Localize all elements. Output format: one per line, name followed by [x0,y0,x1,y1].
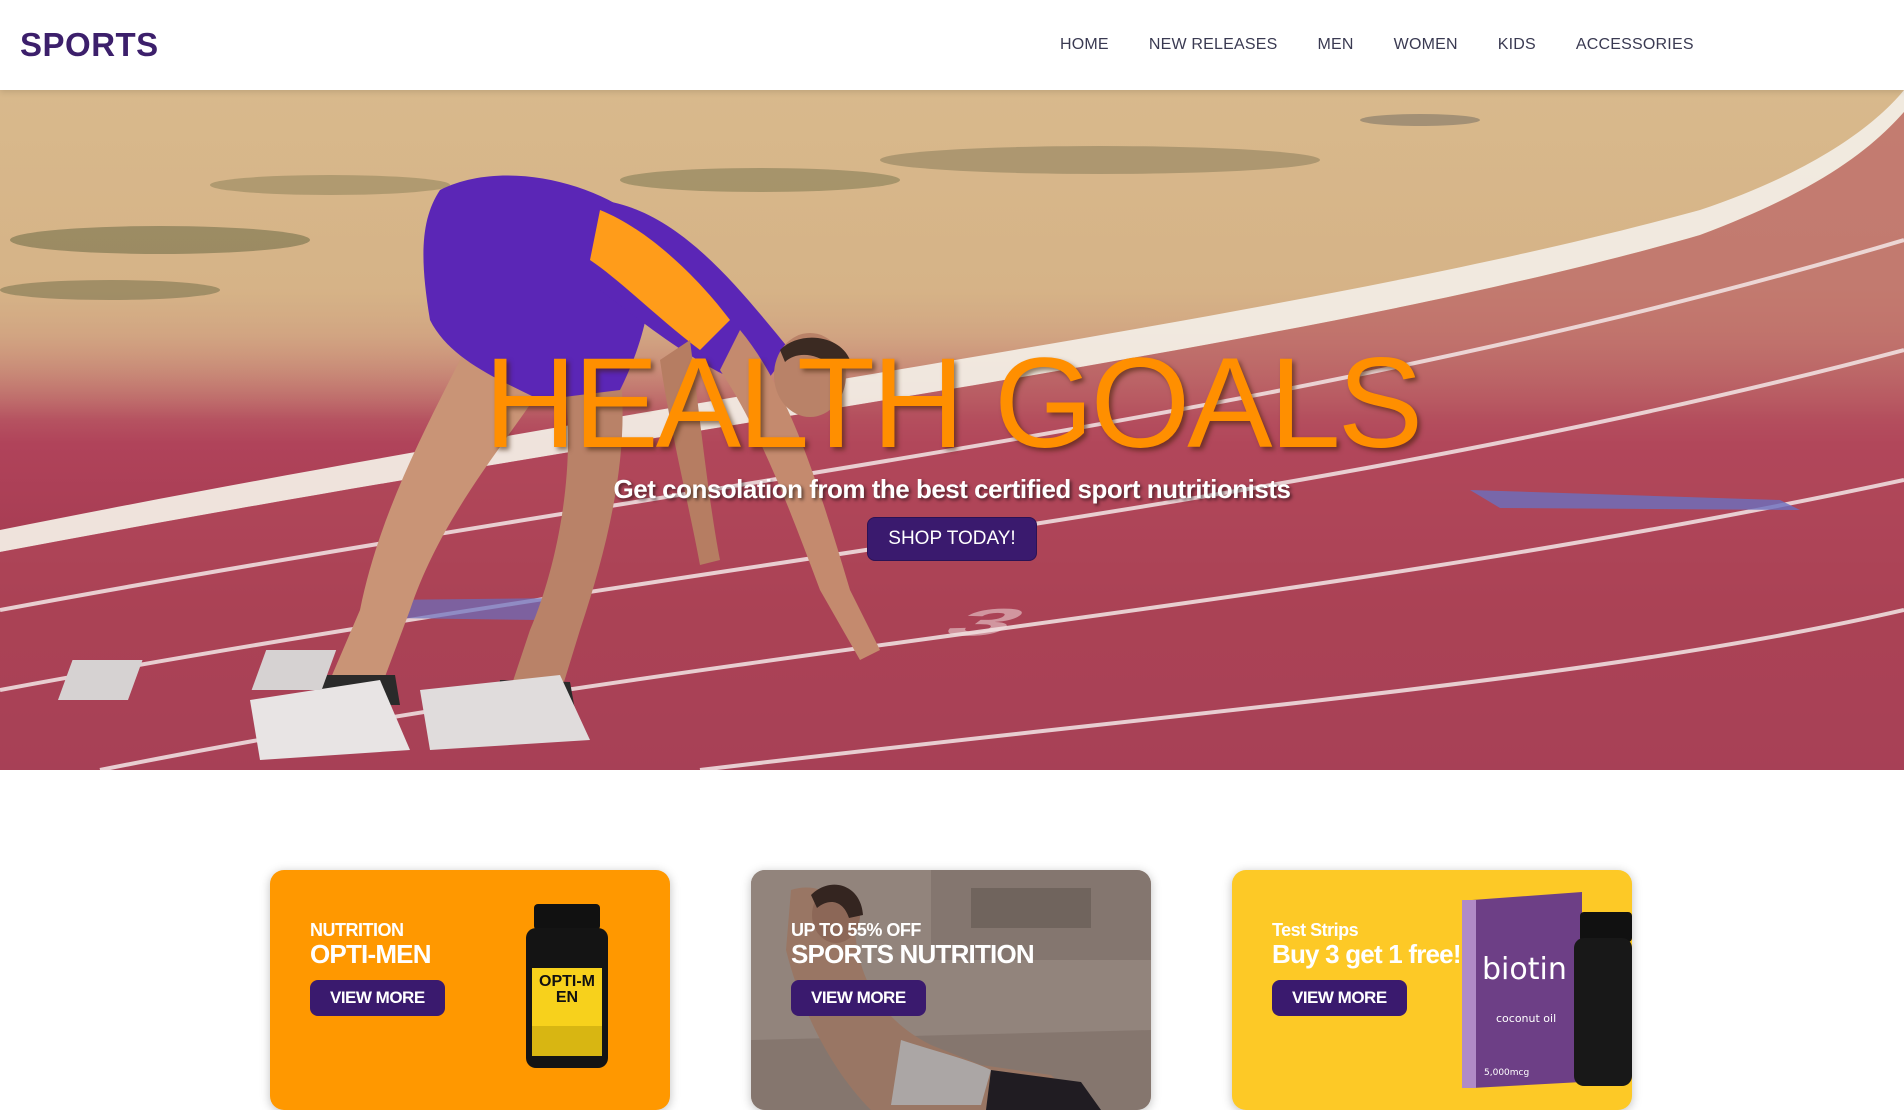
bottle-label: OPTI-MEN [539,973,595,1006]
hero-title: HEALTH GOALS [483,332,1423,475]
promo-card-nutrition[interactable]: OPTI-MEN NUTRITION OPTI-MEN VIEW MORE [270,870,670,1110]
nav-home[interactable]: HOME [1060,36,1109,54]
card-kicker: UP TO 55% OFF [791,920,921,940]
card-title: Buy 3 get 1 free! [1272,939,1461,969]
nav-accessories[interactable]: ACCESSORIES [1576,36,1694,54]
shop-today-button[interactable]: SHOP TODAY! [867,517,1037,561]
supplement-bottle-image: OPTI-MEN [522,904,612,1079]
view-more-button[interactable]: VIEW MORE [791,980,926,1017]
nav-new-releases[interactable]: NEW RELEASES [1149,36,1278,54]
main-nav: HOME NEW RELEASES MEN WOMEN KIDS ACCESSO… [1060,0,1694,90]
view-more-button[interactable]: VIEW MORE [310,980,445,1017]
site-logo[interactable]: SPORTS [20,26,159,64]
promo-card-sports-nutrition[interactable]: UP TO 55% OFF SPORTS NUTRITION VIEW MORE [751,870,1151,1110]
promo-card-test-strips[interactable]: biotin coconut oil 5,000mcg Test Strips … [1232,870,1632,1110]
hero-banner: 3 HEALTH GOALS Get consolation from the … [0,90,1904,770]
biotin-strength-label: 5,000mcg [1484,1068,1530,1078]
biotin-product-image: biotin coconut oil 5,000mcg [1462,892,1632,1097]
biotin-label: biotin [1482,952,1567,987]
hero-copy: HEALTH GOALS Get consolation from the be… [0,340,1904,561]
card-kicker: NUTRITION [310,920,404,940]
nav-men[interactable]: MEN [1317,36,1353,54]
card-title: OPTI-MEN [310,939,432,969]
view-more-button[interactable]: VIEW MORE [1272,980,1407,1017]
card-title: SPORTS NUTRITION [791,939,1035,969]
hero-subtitle: Get consolation from the best certified … [613,474,1291,504]
biotin-sub-label: coconut oil [1496,1012,1557,1025]
card-kicker: Test Strips [1272,920,1359,940]
nav-kids[interactable]: KIDS [1498,36,1536,54]
site-header: SPORTS HOME NEW RELEASES MEN WOMEN KIDS … [0,0,1904,90]
nav-women[interactable]: WOMEN [1394,36,1458,54]
